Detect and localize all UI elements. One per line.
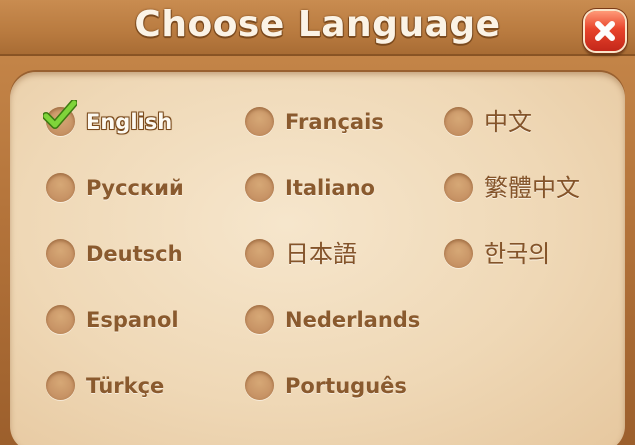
checkmark-icon [43,100,77,129]
language-label: Русский [86,176,184,200]
radio-button[interactable] [46,173,75,202]
radio-button[interactable] [444,239,473,268]
radio-button[interactable] [245,371,274,400]
language-option-russian[interactable]: Русский [46,168,231,208]
language-option-portuguese[interactable]: Português [245,366,430,406]
language-option-turkish[interactable]: Türkçe [46,366,231,406]
dialog-header: Choose Language [0,0,635,56]
radio-button[interactable] [245,107,274,136]
language-label: Nederlands [285,308,421,332]
radio-button[interactable] [245,173,274,202]
language-label: 한국의 [484,240,551,268]
language-dialog: Choose Language English Русский Deutsch [0,0,635,445]
language-option-dutch[interactable]: Nederlands [245,300,430,340]
radio-button[interactable] [245,305,274,334]
radio-button[interactable] [46,371,75,400]
language-label: Français [285,110,384,134]
close-icon [595,21,615,41]
language-label: Espanol [86,308,179,332]
radio-button[interactable] [444,173,473,202]
language-options-panel: English Русский Deutsch Espanol Türkçe F… [10,72,625,445]
language-label: Deutsch [86,242,183,266]
language-option-chinese-traditional[interactable]: 繁體中文 [444,168,629,208]
language-label: English [86,110,173,134]
radio-button[interactable] [46,239,75,268]
radio-button[interactable] [46,305,75,334]
language-option-spanish[interactable]: Espanol [46,300,231,340]
radio-button[interactable] [245,239,274,268]
dialog-title: Choose Language [134,4,501,45]
language-label: Italiano [285,176,375,200]
language-option-japanese[interactable]: 日本語 [245,234,430,274]
language-option-italian[interactable]: Italiano [245,168,430,208]
language-label: 中文 [484,108,532,136]
language-option-german[interactable]: Deutsch [46,234,231,274]
language-label: 繁體中文 [484,174,580,202]
language-option-chinese-simplified[interactable]: 中文 [444,102,629,142]
language-label: Türkçe [86,374,165,398]
language-label: Português [285,374,407,398]
radio-button[interactable] [444,107,473,136]
language-option-korean[interactable]: 한국의 [444,234,629,274]
language-option-english[interactable]: English [43,100,231,142]
close-button[interactable] [585,11,625,51]
language-label: 日本語 [285,240,357,268]
language-option-french[interactable]: Français [245,102,430,142]
